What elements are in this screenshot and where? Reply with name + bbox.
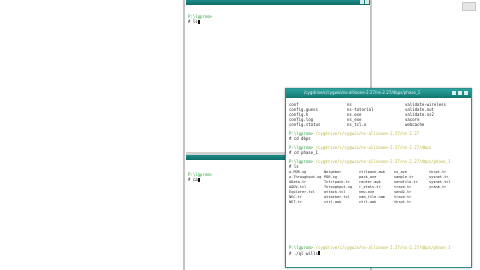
minimize-icon[interactable] [360, 0, 364, 4]
tray-icon[interactable] [462, 2, 476, 11]
command-line: # ls [289, 164, 299, 169]
top-terminal-titlebar[interactable] [186, 0, 370, 5]
minimize-icon[interactable] [452, 91, 456, 95]
listing-row: config.status ns_tcl.o webcache [289, 122, 465, 127]
cursor [197, 178, 200, 182]
command-line: # cd phase_1 [289, 150, 318, 155]
floating-terminal-title: /cygdrive/c/cygwin/ns-allinone-2.27/ns-2… [304, 90, 421, 95]
ls-cell: NET.tr [289, 200, 302, 204]
cursor [197, 20, 200, 24]
command-line: # ./ql wills [289, 251, 320, 256]
listing-cell: webcache [405, 122, 425, 127]
prompt-line: P:\lgprom> /cygdrive/c/cygwin/ns-allinon… [289, 159, 451, 164]
cursor [317, 251, 320, 255]
listing-cell: ns_tcl.o [347, 122, 367, 127]
left-pane-divider[interactable] [183, 0, 185, 270]
ls-output-grid: a-PDR.xg Neighbor ctrlpack.awk ns_ave thrpt.… [289, 170, 464, 205]
floating-terminal-window[interactable]: /cygdrive/c/cygwin/ns-allinone-2.27/ns-2… [285, 88, 472, 268]
ls-cell: ctrl.awk [324, 200, 342, 204]
prompt-line: P:\lgprom> /cygdrive/c/cygwin/ns-allinon… [289, 245, 451, 250]
floating-terminal-titlebar[interactable]: /cygdrive/c/cygwin/ns-allinone-2.27/ns-2… [286, 89, 471, 98]
close-icon[interactable] [365, 0, 369, 4]
left-pane[interactable] [0, 0, 183, 270]
ls-cell: thrpt.tr [394, 200, 412, 204]
top-terminal-command: # ls [188, 19, 200, 24]
top-listing: conf ns validate-wireless config.guess ns-tu… [289, 102, 465, 127]
listing-cell: config.status [289, 122, 321, 127]
command-line: # cd dbps [289, 136, 311, 141]
ls-row: NET.tr ctrl.awk ctrl.awk thrpt.tr [289, 200, 464, 205]
maximize-icon[interactable] [458, 91, 462, 95]
close-icon[interactable] [464, 91, 468, 95]
ls-cell: ctrl.awk [359, 200, 377, 204]
bottom-terminal-command: # ca [188, 177, 200, 182]
top-terminal-buttons [360, 0, 369, 5]
ls-cell [429, 200, 464, 205]
floating-terminal-buttons [452, 91, 468, 95]
